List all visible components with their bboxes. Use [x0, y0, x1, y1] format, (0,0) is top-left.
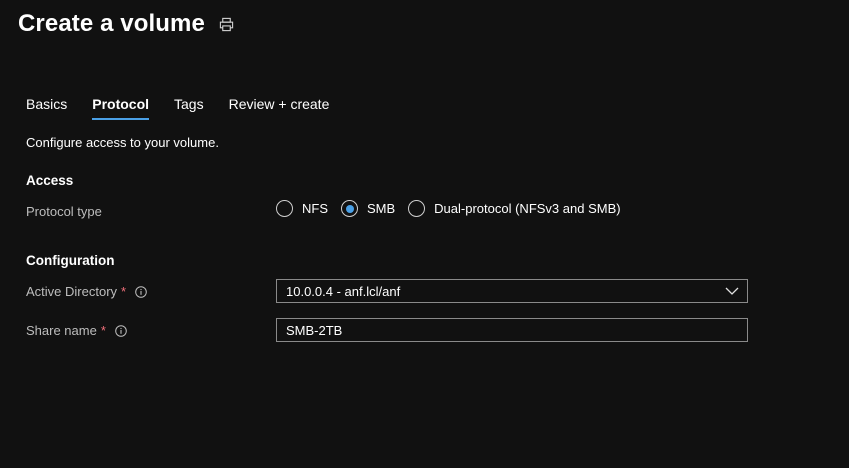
radio-dual-protocol[interactable] — [408, 200, 426, 217]
protocol-type-label-text: Protocol type — [26, 204, 102, 219]
radio-nfs-label: NFS — [302, 201, 328, 216]
active-directory-label: Active Directory * — [26, 284, 147, 299]
protocol-radio-group: NFS SMB Dual-protocol (NFSv3 and SMB) — [276, 199, 634, 218]
tab-basics[interactable]: Basics — [26, 94, 67, 120]
radio-nfs[interactable] — [276, 200, 293, 217]
active-directory-dropdown[interactable]: 10.0.0.4 - anf.lcl/anf — [276, 279, 748, 303]
tab-review-create[interactable]: Review + create — [229, 94, 330, 120]
radio-option-nfs[interactable]: NFS — [276, 200, 328, 217]
share-name-label-text: Share name — [26, 323, 97, 338]
info-icon[interactable] — [135, 285, 147, 298]
configuration-section-title: Configuration — [26, 253, 115, 268]
share-name-input[interactable] — [276, 318, 748, 342]
active-directory-label-text: Active Directory — [26, 284, 118, 299]
protocol-type-label: Protocol type — [26, 204, 102, 219]
active-directory-value: 10.0.0.4 - anf.lcl/anf — [286, 284, 401, 299]
radio-dual-protocol-label: Dual-protocol (NFSv3 and SMB) — [434, 201, 621, 216]
tab-tags[interactable]: Tags — [174, 94, 204, 120]
access-section-title: Access — [26, 173, 74, 188]
required-asterisk: * — [100, 323, 106, 338]
radio-option-dual-protocol[interactable]: Dual-protocol (NFSv3 and SMB) — [408, 200, 621, 217]
tab-protocol[interactable]: Protocol — [92, 94, 149, 120]
radio-smb-label: SMB — [367, 201, 396, 216]
print-icon[interactable] — [219, 17, 234, 32]
tab-bar: Basics Protocol Tags Review + create — [26, 94, 354, 122]
required-asterisk: * — [121, 284, 127, 299]
info-icon[interactable] — [115, 324, 127, 337]
radio-option-smb[interactable]: SMB — [341, 200, 395, 217]
chevron-down-icon[interactable] — [725, 286, 739, 296]
radio-smb[interactable] — [341, 200, 358, 217]
share-name-label: Share name * — [26, 323, 127, 338]
intro-text: Configure access to your volume. — [26, 135, 219, 150]
page-title: Create a volume — [18, 10, 205, 37]
